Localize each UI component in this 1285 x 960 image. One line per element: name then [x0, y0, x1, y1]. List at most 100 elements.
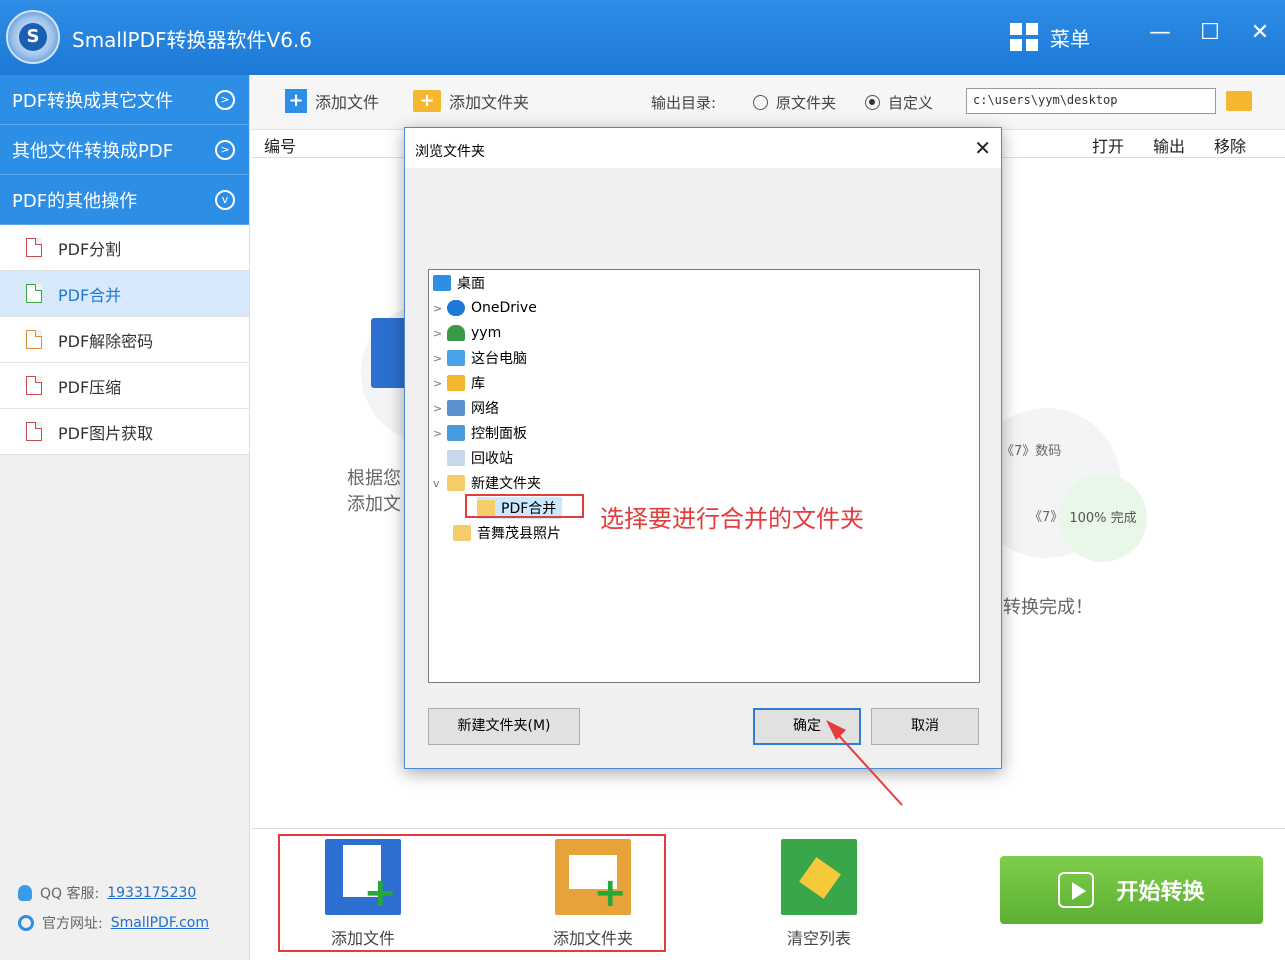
tree-item-new-folder[interactable]: v 新建文件夹 [433, 472, 541, 494]
folder-icon [447, 475, 465, 491]
category-label: PDF的其他操作 [12, 190, 138, 212]
chevron-right-icon[interactable]: > [433, 327, 447, 340]
site-label: 官方网址: [42, 916, 103, 932]
tree-item-this-pc[interactable]: > 这台电脑 [433, 347, 527, 369]
chevron-right-icon[interactable]: > [433, 352, 447, 365]
close-button[interactable]: ✕ [1245, 18, 1275, 48]
chevron-right-icon[interactable]: > [433, 377, 447, 390]
sidebar-item-pdf-merge[interactable]: PDF合并 [0, 271, 249, 317]
browse-folder-icon[interactable] [1226, 91, 1252, 111]
chevron-right-icon[interactable]: > [433, 402, 447, 415]
column-number: 编号 [264, 137, 297, 156]
menu-button[interactable]: 菜单 [1010, 22, 1090, 52]
highlight-box-selected-folder [465, 494, 584, 518]
minimize-button[interactable]: — [1145, 18, 1175, 48]
user-icon [447, 325, 465, 341]
folder-icon [453, 525, 471, 541]
chevron-right-icon[interactable]: > [433, 427, 447, 440]
category-label: PDF转换成其它文件 [12, 90, 174, 112]
sidebar-item-pdf-split[interactable]: PDF分割 [0, 225, 249, 271]
radio-custom-folder[interactable]: 自定义 [865, 92, 933, 113]
output-path-input[interactable]: c:\users\yym\desktop [966, 88, 1216, 114]
tree-item-desktop[interactable]: 桌面 [433, 272, 485, 294]
maximize-button[interactable]: ☐ [1195, 18, 1225, 48]
conversion-complete-text: 转换完成！ [1003, 597, 1093, 618]
sidebar-category-other-to-pdf[interactable]: 其他文件转换成PDF > [0, 125, 249, 175]
sidebar-item-label: PDF合并 [58, 285, 122, 305]
cancel-button[interactable]: 取消 [871, 708, 979, 745]
dialog-title: 浏览文件夹 [415, 144, 485, 160]
sidebar-item-pdf-image-extract[interactable]: PDF图片获取 [0, 409, 249, 455]
radio-original-folder[interactable]: 原文件夹 [753, 92, 836, 113]
broom-icon [781, 839, 857, 915]
sidebar-item-pdf-unlock[interactable]: PDF解除密码 [0, 317, 249, 363]
recycle-bin-icon [447, 450, 465, 466]
tree-item-label: 库 [471, 376, 485, 392]
chevron-right-circle-icon: > [215, 89, 235, 110]
tree-item-label: yym [471, 325, 502, 341]
tree-item-network[interactable]: > 网络 [433, 397, 499, 419]
app-logo-icon: S [6, 10, 60, 64]
website-contact: 官方网址: SmallPDF.com [18, 913, 209, 933]
radio-selected-icon [865, 95, 880, 110]
qq-number-link[interactable]: 1933175230 [107, 885, 196, 901]
tree-item-control-panel[interactable]: > 控制面板 [433, 422, 527, 444]
illustration-row: 《7》数码 [1001, 444, 1062, 459]
tree-item-label: 网络 [471, 401, 499, 417]
chevron-down-circle-icon: v [215, 189, 235, 210]
qq-contact: QQ 客服: 1933175230 [18, 883, 196, 903]
sidebar-item-label: PDF压缩 [58, 377, 122, 397]
highlight-box-add-buttons [278, 834, 666, 952]
column-remove: 移除 [1214, 137, 1247, 156]
control-panel-icon [447, 425, 465, 441]
sidebar-category-pdf-to-other[interactable]: PDF转换成其它文件 > [0, 75, 249, 125]
empty-hint-text: 根据您 添加文 [347, 466, 401, 518]
tree-item-user[interactable]: > yym [433, 322, 501, 344]
computer-icon [447, 350, 465, 366]
sidebar-item-label: PDF解除密码 [58, 331, 154, 351]
logo-letter: S [19, 23, 47, 51]
radio-circle-icon [753, 95, 768, 110]
sidebar-item-label: PDF图片获取 [58, 423, 154, 443]
pdf-file-icon [26, 422, 42, 441]
tree-item-recycle-bin[interactable]: 回收站 [447, 447, 513, 469]
clear-list-button[interactable]: 清空列表 [769, 839, 869, 949]
website-link[interactable]: SmallPDF.com [111, 915, 209, 931]
tree-item-library[interactable]: > 库 [433, 372, 485, 394]
chevron-right-circle-icon: > [215, 139, 235, 160]
add-folder-button[interactable]: + 添加文件夹 [413, 89, 529, 113]
tree-item-onedrive[interactable]: > OneDrive [433, 297, 537, 319]
grid-menu-icon [1010, 23, 1038, 51]
sidebar-item-label: PDF分割 [58, 239, 122, 259]
pdf-file-icon [26, 376, 42, 395]
folder-tree: 桌面 > OneDrive > yym > 这台电脑 > 库 > 网络 > 控制面板 回收站… [428, 269, 980, 683]
library-icon [447, 375, 465, 391]
hint-line-2: 添加文 [347, 494, 401, 515]
sidebar-category-pdf-other-ops[interactable]: PDF的其他操作 v [0, 175, 249, 225]
tree-item-photos-folder[interactable]: 音舞茂县照片 [453, 522, 561, 544]
add-file-button[interactable]: + 添加文件 [285, 89, 379, 113]
annotation-text: 选择要进行合并的文件夹 [600, 505, 864, 533]
add-file-label: 添加文件 [315, 93, 380, 112]
ok-button[interactable]: 确定 [753, 708, 861, 745]
output-dir-label: 输出目录: [651, 94, 717, 112]
toolbar: + 添加文件 + 添加文件夹 输出目录: 原文件夹 自定义 c:\users\yym… [251, 75, 1285, 130]
chevron-down-icon[interactable]: v [433, 477, 447, 490]
tree-item-label: 控制面板 [471, 426, 527, 442]
dialog-close-button[interactable]: ✕ [974, 136, 991, 160]
category-label: 其他文件转换成PDF [12, 140, 174, 162]
app-title: SmallPDF转换器软件V6.6 [72, 28, 312, 52]
add-folder-label: 添加文件夹 [449, 93, 530, 112]
column-output: 输出 [1153, 137, 1186, 156]
new-folder-button[interactable]: 新建文件夹(M) [428, 708, 580, 745]
chevron-right-icon[interactable]: > [433, 302, 447, 315]
sidebar-item-pdf-compress[interactable]: PDF压缩 [0, 363, 249, 409]
cloud-icon [447, 300, 465, 316]
add-file-icon: + [285, 89, 307, 113]
pdf-file-icon [26, 330, 42, 349]
title-bar: S SmallPDF转换器软件V6.6 菜单 — ☐ ✕ [0, 0, 1285, 75]
tree-item-label: OneDrive [471, 300, 537, 316]
sidebar: PDF转换成其它文件 > 其他文件转换成PDF > PDF的其他操作 v PDF分割 … [0, 75, 250, 960]
start-convert-button[interactable]: 开始转换 [1000, 856, 1263, 924]
tree-item-label: 新建文件夹 [471, 476, 541, 492]
